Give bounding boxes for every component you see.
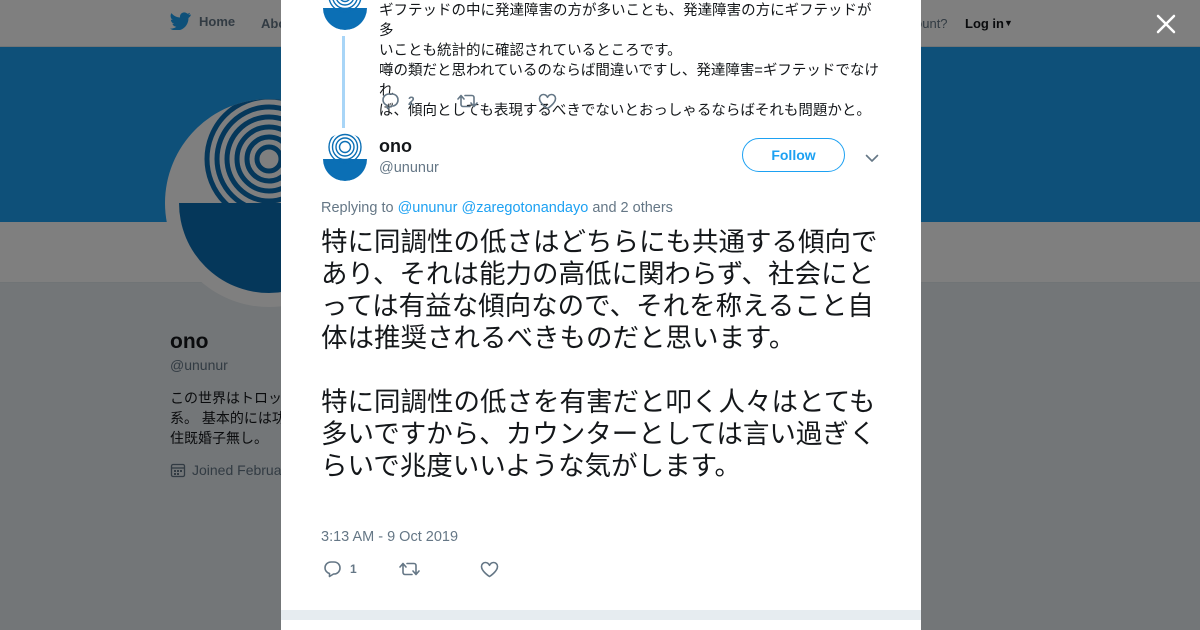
replying-to: Replying to @ununur @zaregotonandayo and…	[321, 200, 673, 216]
prev-tweet-avatar[interactable]	[321, 0, 369, 30]
close-icon	[1156, 14, 1176, 34]
close-button[interactable]	[1154, 12, 1178, 36]
reply-count: 1	[350, 562, 357, 576]
retweet-icon	[456, 94, 478, 108]
like-icon	[480, 561, 498, 577]
replying-user-link[interactable]: @ununur	[398, 200, 458, 216]
tweet-timestamp[interactable]: 3:13 AM - 9 Oct 2019	[321, 529, 458, 545]
replying-user-link[interactable]: @zaregotonandayo	[461, 200, 588, 216]
reply-icon	[324, 561, 341, 578]
follow-button[interactable]: Follow	[742, 138, 845, 172]
like-icon	[538, 93, 556, 109]
reply-button[interactable]: 2	[381, 92, 415, 110]
spiral-logo-icon	[321, 0, 369, 30]
reply-count: 2	[408, 94, 415, 108]
like-button[interactable]	[480, 561, 499, 578]
prev-tweet-actions: 2	[381, 92, 557, 110]
tweet-paragraph: 特に同調性の低さを有害だと叩く人々はとても多いですから、カウンターとしては言い過…	[321, 387, 876, 482]
replying-prefix: Replying to	[321, 200, 394, 216]
retweet-icon	[398, 562, 420, 576]
tweet-modal: ギフテッドの中に発達障害の方が多いことも、発達障害の方にギフテッドが多 いことも…	[281, 0, 921, 630]
tweet-menu-button[interactable]	[865, 150, 879, 168]
tweet-author-handle[interactable]: @ununur	[379, 160, 439, 176]
reply-icon	[382, 93, 399, 110]
spiral-logo-icon	[321, 133, 369, 181]
prev-tweet-line: ギフテッドの中に発達障害の方が多いことも、発達障害の方にギフテッドが多	[379, 3, 872, 39]
tweet-actions: 1	[323, 560, 499, 578]
tweet-text: 特に同調性の低さはどちらにも共通する傾向であり、それは能力の高低に関わらず、社会…	[321, 227, 886, 483]
reply-button[interactable]: 1	[323, 560, 357, 578]
prev-tweet-line: いことも統計的に確認されているところです。	[379, 43, 682, 59]
tweet-author-name[interactable]: ono	[379, 136, 412, 157]
retweet-button[interactable]	[456, 93, 478, 109]
chevron-down-icon	[865, 154, 879, 162]
tweet-author-avatar[interactable]	[321, 133, 369, 181]
modal-divider	[281, 610, 921, 620]
retweet-button[interactable]	[398, 561, 420, 577]
tweet-paragraph: 特に同調性の低さはどちらにも共通する傾向であり、それは能力の高低に関わらず、社会…	[321, 227, 878, 354]
thread-connector	[342, 36, 345, 128]
like-button[interactable]	[538, 93, 557, 110]
replying-others[interactable]: and 2 others	[592, 200, 673, 216]
